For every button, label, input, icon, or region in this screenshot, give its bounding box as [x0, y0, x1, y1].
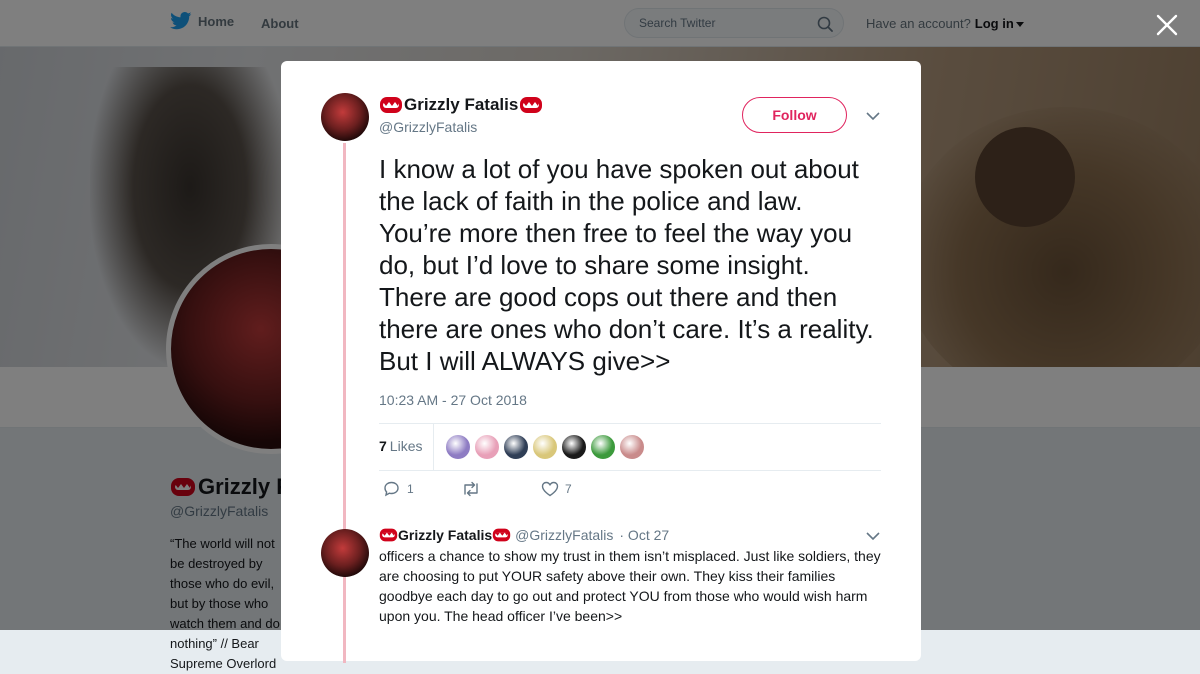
bear-mouth-emoji-icon	[379, 528, 398, 542]
reply-action[interactable]: 1	[383, 481, 414, 497]
retweet-action[interactable]	[461, 481, 481, 497]
liker-avatar[interactable]	[590, 434, 616, 460]
author-handle[interactable]: @GrizzlyFatalis	[379, 119, 477, 135]
author-avatar[interactable]	[321, 93, 369, 141]
reply-date[interactable]: · Oct 27	[619, 527, 669, 543]
likes-label: Likes	[389, 438, 423, 454]
thread-line	[343, 143, 346, 663]
reply-author-avatar[interactable]	[321, 529, 369, 577]
follow-button[interactable]: Follow	[742, 97, 847, 133]
likes-number: 7	[379, 438, 387, 454]
close-icon[interactable]	[1154, 12, 1180, 38]
retweet-icon	[464, 481, 478, 497]
liker-avatar[interactable]	[474, 434, 500, 460]
reply-count: 1	[407, 482, 414, 496]
stats-divider	[433, 424, 434, 470]
liker-avatar[interactable]	[619, 434, 645, 460]
tweet-modal: Grizzly Fatalis @GrizzlyFatalis Follow I…	[281, 61, 921, 663]
reply-header: Grizzly Fatalis @GrizzlyFatalis · Oct 27	[379, 527, 669, 543]
author-name[interactable]: Grizzly Fatalis	[379, 95, 543, 115]
bear-mouth-emoji-icon	[520, 97, 543, 113]
liker-avatar[interactable]	[445, 434, 471, 460]
tweet-text: I know a lot of you have spoken out abou…	[379, 154, 874, 376]
tweet-actions: 1 7	[379, 481, 679, 501]
reply-author-name[interactable]: Grizzly Fatalis	[398, 527, 492, 543]
reply-icon	[384, 481, 399, 497]
liker-avatar[interactable]	[561, 434, 587, 460]
reply-author-handle[interactable]: @GrizzlyFatalis	[515, 527, 613, 543]
like-action[interactable]: 7	[541, 481, 572, 497]
tweet-timestamp[interactable]: 10:23 AM - 27 Oct 2018	[379, 392, 527, 408]
tweet-stats: 7 Likes	[379, 423, 881, 471]
heart-icon	[541, 481, 559, 497]
chevron-down-icon[interactable]	[866, 111, 880, 121]
reply-text: officers a chance to show my trust in th…	[379, 548, 881, 624]
author-name-text: Grizzly Fatalis	[404, 95, 519, 114]
liker-avatar[interactable]	[532, 434, 558, 460]
bear-mouth-emoji-icon	[492, 528, 511, 542]
chevron-down-icon[interactable]	[866, 531, 880, 541]
bear-mouth-emoji-icon	[380, 97, 402, 113]
liker-avatar[interactable]	[503, 434, 529, 460]
like-count: 7	[565, 482, 572, 496]
likes-count[interactable]: 7 Likes	[379, 438, 422, 454]
